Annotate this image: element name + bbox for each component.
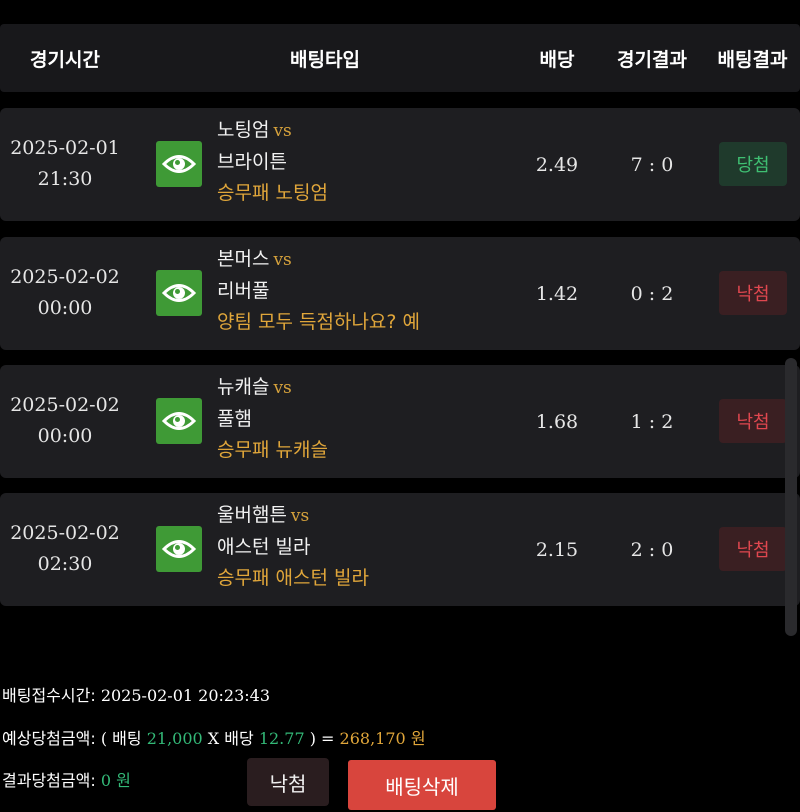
received-time-value: 2025-02-01 20:23:43 [100,686,271,705]
expected-amount: 268,170 [339,729,406,748]
header-odds: 배당 [539,48,575,71]
view-match-button[interactable] [156,270,202,316]
vs-label: vs [273,250,292,270]
view-match-button[interactable] [156,526,202,572]
match-info: 울버햄튼 vs 애스턴 빌라 승무패 애스턴 빌라 [217,500,517,594]
match-time: 02:30 [37,553,93,575]
view-match-button[interactable] [156,141,202,187]
match-date: 2025-02-02 [10,266,120,288]
bet-amount: 21,000 [146,729,203,748]
header-bet-type: 배팅타입 [290,48,360,71]
bet-pick: 승무패 뉴캐슬 [217,439,328,461]
close-equals: ) = [309,729,335,748]
match-date: 2025-02-02 [10,522,120,544]
received-time-label: 배팅접수시간: [2,686,96,705]
home-team: 뉴캐슬 [217,376,270,398]
view-match-button[interactable] [156,398,202,444]
scrollbar[interactable] [785,358,797,636]
match-date: 2025-02-02 [10,394,120,416]
eye-icon [162,155,196,173]
odds-label: 배당 [224,729,254,748]
odds-value: 2.15 [535,538,579,561]
match-datetime: 2025-02-02 00:00 [6,262,124,324]
bet-pick: 양팀 모두 득점하나요? 예 [217,311,421,333]
home-team: 노팅엄 [217,119,270,141]
bet-detail-page: 경기시간 배팅타입 배당 경기결과 배팅결과 2025-02-01 21:30 … [0,0,800,812]
table-row: 2025-02-02 00:00 본머스 vs 리버풀 양팀 모두 득점하나요? … [0,237,800,350]
header-match-result: 경기결과 [617,48,687,71]
bet-result-badge: 당첨 [719,142,787,186]
match-info: 뉴캐슬 vs 풀햄 승무패 뉴캐슬 [217,372,517,466]
match-info: 노팅엄 vs 브라이튼 승무패 노팅엄 [217,115,517,209]
table-row: 2025-02-02 02:30 울버햄튼 vs 애스턴 빌라 승무패 애스턴 빌… [0,493,800,606]
table-row: 2025-02-02 00:00 뉴캐슬 vs 풀햄 승무패 뉴캐슬 1.68 1… [0,365,800,478]
times-sign: X [207,729,220,748]
bet-result-badge: 낙첨 [719,527,787,571]
match-score: 1 : 2 [630,410,674,433]
bet-pick: 승무패 노팅엄 [217,182,328,204]
match-score: 0 : 2 [630,282,674,305]
vs-label: vs [273,378,292,398]
home-team: 본머스 [217,248,270,270]
home-team: 울버햄튼 [217,504,287,526]
eye-icon [162,540,196,558]
eye-icon [162,284,196,302]
bet-result-badge: 낙첨 [719,271,787,315]
vs-label: vs [273,121,292,141]
expected-win-line: 예상당첨금액: ( 배팅 21,000 X 배당 12.77 ) = 268,1… [2,725,426,749]
delete-bet-button[interactable]: 배팅삭제 [348,760,496,810]
result-win-label: 결과당첨금액: [2,771,96,790]
total-odds: 12.77 [258,729,305,748]
match-score: 7 : 0 [630,153,674,176]
away-team: 애스턴 빌라 [217,536,311,558]
received-time-line: 배팅접수시간: 2025-02-01 20:23:43 [2,682,270,706]
bet-status-button[interactable]: 낙첨 [247,758,329,806]
table-header: 경기시간 배팅타입 배당 경기결과 배팅결과 [0,24,800,92]
odds-value: 2.49 [535,153,579,176]
odds-value: 1.68 [535,410,579,433]
won-unit: 원 [410,729,426,748]
away-team: 리버풀 [217,280,270,302]
match-time: 00:00 [37,297,93,319]
result-won-unit: 원 [116,771,131,790]
bet-label: 배팅 [112,729,142,748]
table-row: 2025-02-01 21:30 노팅엄 vs 브라이튼 승무패 노팅엄 2.49… [0,108,800,221]
odds-value: 1.42 [535,282,579,305]
away-team: 풀햄 [217,408,252,430]
match-date: 2025-02-01 [10,137,120,159]
eye-icon [162,412,196,430]
match-info: 본머스 vs 리버풀 양팀 모두 득점하나요? 예 [217,244,517,338]
match-datetime: 2025-02-01 21:30 [6,133,124,195]
match-datetime: 2025-02-02 02:30 [6,518,124,580]
match-time: 00:00 [37,425,93,447]
vs-label: vs [290,506,310,526]
open-paren: ( [100,729,108,748]
match-time: 21:30 [37,168,93,190]
away-team: 브라이튼 [217,151,287,173]
result-win-line: 결과당첨금액: 0 원 [2,767,131,791]
match-datetime: 2025-02-02 00:00 [6,390,124,452]
header-time: 경기시간 [30,48,100,71]
match-score: 2 : 0 [630,538,674,561]
bet-pick: 승무패 애스턴 빌라 [217,567,369,589]
result-amount: 0 [100,771,111,790]
bet-result-badge: 낙첨 [719,399,787,443]
expected-win-label: 예상당첨금액: [2,729,96,748]
header-bet-result: 배팅결과 [717,48,788,71]
